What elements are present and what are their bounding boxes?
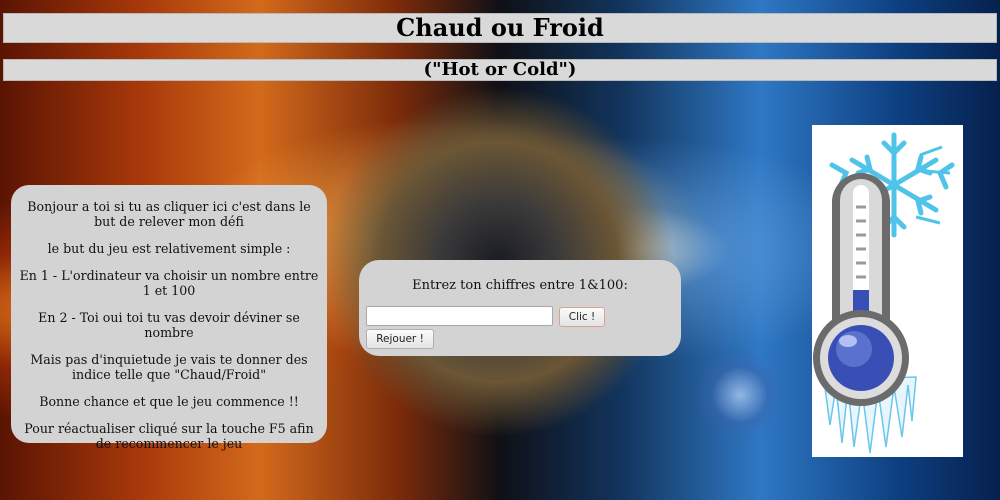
submit-guess-button[interactable]: Clic ! [559,307,605,327]
game-panel: Entrez ton chiffres entre 1&100: Clic ! … [359,260,681,356]
intro-paragraph: Pour réactualiser cliqué sur la touche F… [24,421,314,451]
intro-panel: Bonjour a toi si tu as cliquer ici c'est… [11,185,327,451]
intro-paragraph: Bonne chance et que le jeu commence !! [39,394,299,409]
replay-button[interactable]: Rejouer ! [366,329,434,349]
intro-paragraph: En 1 - L'ordinateur va choisir un nombre… [19,268,319,298]
guess-input[interactable] [366,306,553,326]
intro-paragraph: Mais pas d'inquietude je vais te donner … [30,352,308,382]
page-subtitle: ("Hot or Cold") [3,59,997,81]
page-title: Chaud ou Froid [3,13,997,43]
guess-prompt: Entrez ton chiffres entre 1&100: [412,278,628,293]
intro-paragraph: Bonjour a toi si tu as cliquer ici c'est… [27,199,311,229]
intro-paragraph: le but du jeu est relativement simple : [47,241,291,256]
intro-paragraph: En 2 - Toi oui toi tu vas devoir déviner… [38,310,300,340]
thermometer-image [812,125,963,457]
thermometer-snowflake-icon [813,132,955,454]
